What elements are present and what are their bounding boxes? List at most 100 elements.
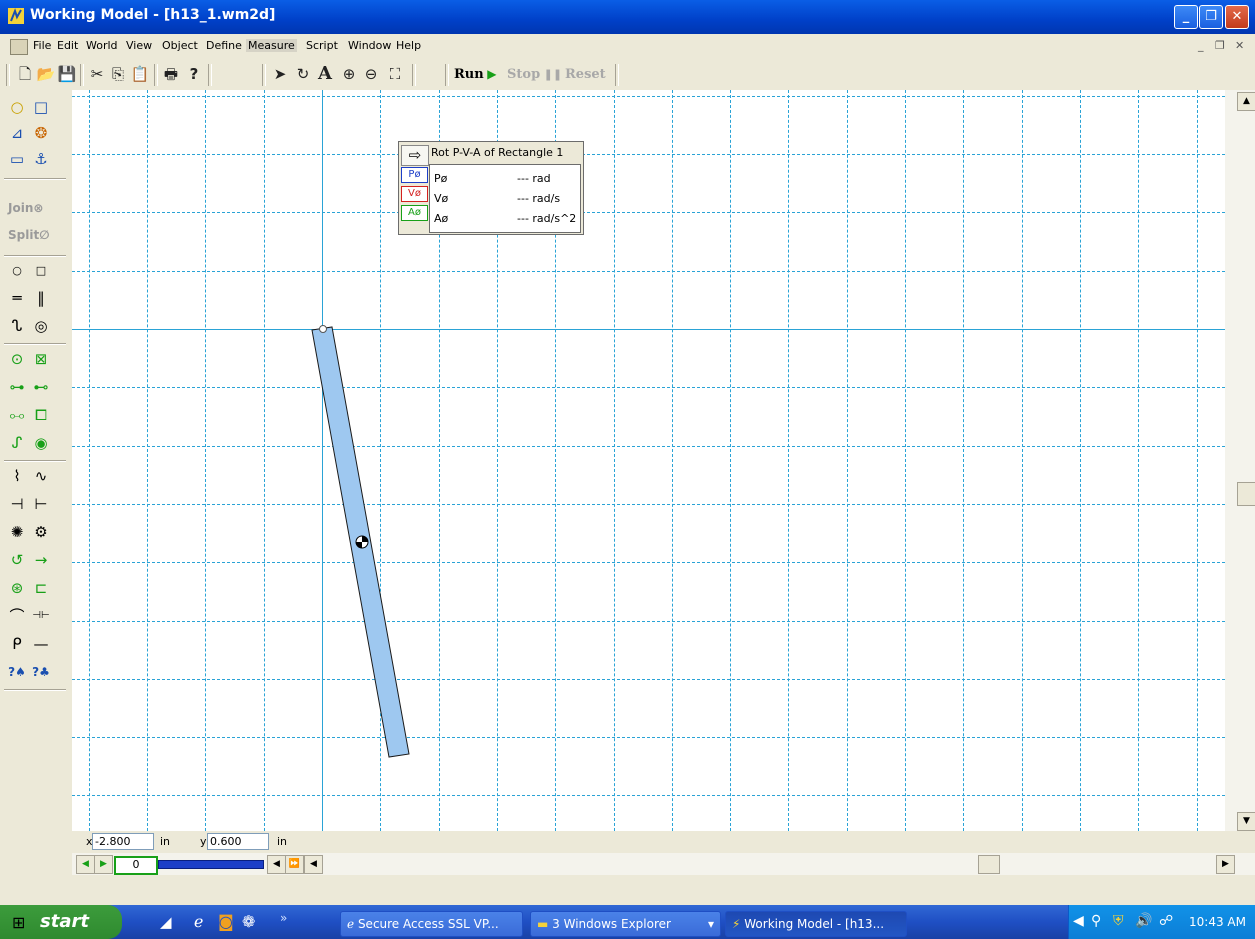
media-quicklaunch-icon[interactable]: ◙ bbox=[218, 912, 234, 931]
vertical-slot-icon[interactable]: ‖ bbox=[30, 287, 52, 309]
torque-icon[interactable]: ↺ bbox=[6, 549, 28, 571]
damper-element-icon[interactable]: ⊢ bbox=[30, 493, 52, 515]
save-icon[interactable]: 💾 bbox=[56, 63, 78, 85]
split-button[interactable]: Split∅ bbox=[8, 228, 49, 242]
vertical-keyed-slot-icon[interactable]: ⧟ bbox=[6, 404, 28, 426]
quicklaunch-overflow-icon[interactable]: » bbox=[280, 911, 287, 925]
close-button[interactable]: ✕ bbox=[1225, 5, 1249, 29]
rigid-joint-icon[interactable]: ⊠ bbox=[30, 348, 52, 370]
horizontal-slot-joint-icon[interactable]: ⊷ bbox=[30, 376, 52, 398]
pin-joint-icon[interactable]: ⊙ bbox=[6, 348, 28, 370]
pin-point[interactable] bbox=[319, 325, 327, 333]
rewind-icon[interactable]: ◀ bbox=[76, 855, 95, 874]
horizontal-scroll-thumb[interactable] bbox=[978, 855, 1000, 874]
rectangle-tool-icon[interactable]: ▭ bbox=[6, 148, 28, 170]
curved-slot-joint-icon[interactable]: ᔑ bbox=[6, 432, 28, 454]
network-icon[interactable]: ⚲ bbox=[1091, 913, 1101, 929]
frame-counter[interactable]: 0 bbox=[114, 856, 158, 875]
menu-view[interactable]: View bbox=[126, 39, 152, 52]
p-badge[interactable]: Pø bbox=[401, 167, 428, 183]
rod-icon[interactable]: — bbox=[30, 633, 52, 655]
doc-close-button[interactable]: ✕ bbox=[1235, 39, 1244, 52]
ie-quicklaunch-icon[interactable]: ℯ bbox=[194, 912, 203, 931]
horizontal-keyed-slot-icon[interactable]: ⊶ bbox=[6, 376, 28, 398]
menu-define[interactable]: Define bbox=[206, 39, 242, 52]
pulley-icon[interactable]: ᑭ bbox=[6, 633, 28, 655]
help-object-icon[interactable]: ?♠ bbox=[6, 661, 28, 683]
v-badge[interactable]: Vø bbox=[401, 186, 428, 202]
text-tool-icon[interactable]: A bbox=[314, 63, 336, 85]
scroll-right-arrow-icon[interactable]: ▶ bbox=[1216, 855, 1235, 874]
scroll-up-arrow-icon[interactable]: ▲ bbox=[1237, 92, 1255, 111]
tape-player-bar[interactable] bbox=[158, 860, 264, 869]
workspace-canvas[interactable] bbox=[72, 90, 1225, 831]
anchor-tool-icon[interactable]: ⚓ bbox=[30, 148, 52, 170]
cut-icon[interactable]: ✂ bbox=[86, 63, 108, 85]
y-coord-field[interactable]: 0.600 bbox=[207, 833, 269, 850]
doc-minimize-button[interactable]: _ bbox=[1198, 39, 1204, 52]
vertical-scrollbar[interactable]: ▲ ▼ bbox=[1225, 90, 1255, 831]
title-bar[interactable]: Working Model - [h13_1.wm2d] _ ❐ ✕ bbox=[0, 0, 1255, 34]
rope-icon[interactable]: ⌒ bbox=[6, 605, 28, 627]
horizontal-slot-icon[interactable]: ═ bbox=[6, 287, 28, 309]
zoom-in-icon[interactable]: ⊕ bbox=[338, 63, 360, 85]
menu-world[interactable]: World bbox=[86, 39, 118, 52]
paste-icon[interactable]: 📋 bbox=[129, 63, 151, 85]
doc-restore-button[interactable]: ❐ bbox=[1215, 39, 1225, 52]
closed-slot-icon[interactable]: ◎ bbox=[30, 315, 52, 337]
spring-damper-icon[interactable]: ∿ bbox=[30, 465, 52, 487]
task-working-model[interactable]: ⚡ Working Model - [h13... bbox=[725, 911, 907, 937]
x-coord-field[interactable]: -2.800 bbox=[92, 833, 154, 850]
stop-button[interactable]: Stop ❚❚ bbox=[507, 67, 562, 82]
start-button[interactable]: ⊞ start bbox=[0, 905, 122, 939]
open-folder-icon[interactable]: 📂 bbox=[35, 63, 57, 85]
circle-tool-icon[interactable]: ○ bbox=[6, 96, 28, 118]
tape-end-icon[interactable]: ◀ bbox=[267, 855, 286, 874]
point-element-icon[interactable]: ○ bbox=[6, 260, 28, 282]
zoom-out-icon[interactable]: ⊖ bbox=[360, 63, 382, 85]
actuator-icon[interactable]: ⊏ bbox=[30, 577, 52, 599]
step-forward-icon[interactable]: ▶ bbox=[94, 855, 113, 874]
square-tool-icon[interactable]: □ bbox=[30, 96, 52, 118]
a-badge[interactable]: Aø bbox=[401, 205, 428, 221]
menu-script[interactable]: Script bbox=[306, 39, 338, 52]
menu-object[interactable]: Object bbox=[162, 39, 198, 52]
task-secure-access[interactable]: ℯ Secure Access SSL VP... bbox=[340, 911, 523, 937]
connection-icon[interactable]: ☍ bbox=[1159, 913, 1173, 929]
app-quicklaunch-icon[interactable]: ❁ bbox=[242, 912, 255, 931]
show-desktop-icon[interactable]: ◢ bbox=[160, 913, 172, 931]
tray-expand-icon[interactable]: ◀ bbox=[1073, 913, 1084, 929]
vertical-scroll-thumb[interactable] bbox=[1237, 482, 1255, 506]
print-icon[interactable]: 🖶 bbox=[160, 63, 182, 85]
run-button[interactable]: Run ▶ bbox=[454, 67, 496, 82]
force-icon[interactable]: → bbox=[30, 549, 52, 571]
help-constraint-icon[interactable]: ?♣ bbox=[30, 661, 52, 683]
scroll-left-arrow-icon[interactable]: ◀ bbox=[304, 855, 323, 874]
menu-edit[interactable]: Edit bbox=[57, 39, 78, 52]
scroll-down-arrow-icon[interactable]: ▼ bbox=[1237, 812, 1255, 831]
menu-file[interactable]: File bbox=[33, 39, 51, 52]
join-button[interactable]: Join⊗ bbox=[8, 201, 43, 215]
new-file-icon[interactable]: 🗋 bbox=[14, 63, 36, 85]
minimize-button[interactable]: _ bbox=[1174, 5, 1198, 29]
rot-pva-meter[interactable]: ⇨ Rot P-V-A of Rectangle 1 Pø Vø Aø Pø -… bbox=[398, 141, 584, 235]
task-windows-explorer[interactable]: ▬ 3 Windows Explorer ▾ bbox=[530, 911, 721, 937]
rotate-icon[interactable]: ↻ bbox=[292, 63, 314, 85]
maximize-button[interactable]: ❐ bbox=[1199, 5, 1223, 29]
meter-arrow-icon[interactable]: ⇨ bbox=[401, 145, 429, 166]
rotational-damper-icon[interactable]: ⚙ bbox=[30, 521, 52, 543]
document-icon[interactable] bbox=[10, 39, 28, 55]
separator-icon[interactable]: ⊣⊢ bbox=[30, 605, 52, 627]
menu-measure[interactable]: Measure bbox=[246, 39, 297, 52]
arrow-select-icon[interactable]: ➤ bbox=[269, 63, 291, 85]
copy-icon[interactable]: ⎘ bbox=[107, 63, 129, 85]
polygon-tool-icon[interactable]: ⊿ bbox=[6, 122, 28, 144]
security-icon[interactable]: ⛨ bbox=[1113, 913, 1124, 929]
volume-icon[interactable]: 🔊 bbox=[1135, 913, 1152, 929]
closed-slot-joint-icon[interactable]: ◉ bbox=[30, 432, 52, 454]
menu-help[interactable]: Help bbox=[396, 39, 421, 52]
square-point-element-icon[interactable]: □ bbox=[30, 260, 52, 282]
curved-slot-icon[interactable]: ᔐ bbox=[6, 315, 28, 337]
reset-button[interactable]: Reset bbox=[565, 67, 606, 82]
motor-icon[interactable]: ⊛ bbox=[6, 577, 28, 599]
